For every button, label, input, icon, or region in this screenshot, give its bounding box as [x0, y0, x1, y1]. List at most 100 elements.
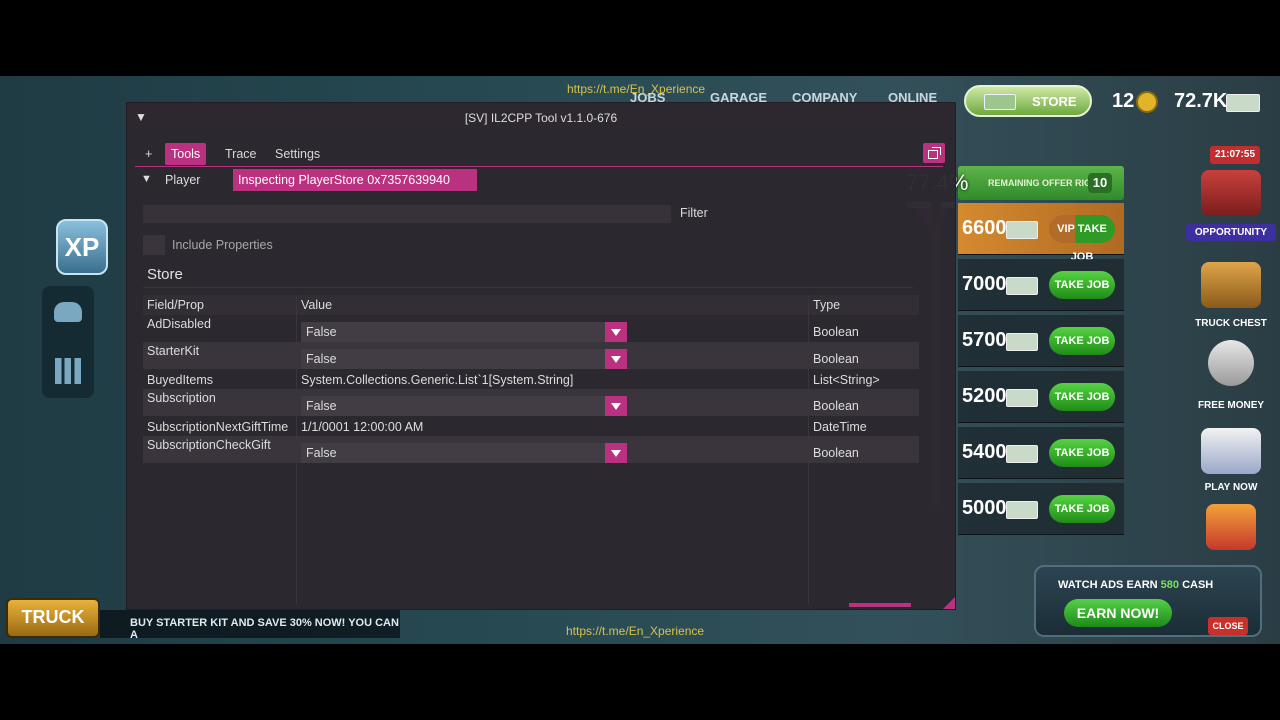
friends-icon[interactable] — [54, 302, 82, 322]
take-job-button[interactable]: TAKE JOB — [1049, 271, 1115, 299]
opportunity-button[interactable]: OPPORTUNITY — [1186, 170, 1276, 241]
xp-tile[interactable]: XP — [56, 219, 108, 275]
filter-input[interactable] — [143, 205, 671, 223]
money-icon — [1006, 501, 1038, 519]
opportunity-label: OPPORTUNITY — [1186, 224, 1276, 241]
job-price: 7000 — [962, 273, 1007, 295]
take-job-button[interactable]: TAKE JOB — [1049, 439, 1115, 467]
vip-badge: VIP — [1057, 223, 1075, 235]
table-row: BuyedItems System.Collections.Generic.Li… — [143, 369, 919, 389]
expand-triangle-icon[interactable]: ▼ — [141, 173, 152, 185]
tab-settings[interactable]: Settings — [269, 143, 326, 165]
field-value: System.Collections.Generic.List`1[System… — [301, 373, 574, 387]
stats-icon[interactable] — [55, 358, 81, 384]
telegram-link-bottom[interactable]: https://t.me/En_Xperience — [566, 624, 704, 638]
take-job-label: TAKE JOB — [1070, 223, 1107, 263]
field-type: Boolean — [813, 352, 859, 366]
dropdown-arrow-icon[interactable] — [605, 443, 627, 463]
value-combo[interactable]: False — [301, 349, 627, 369]
job-row: 5000 TAKE JOB — [958, 483, 1124, 535]
coin-icon — [1136, 91, 1158, 113]
offer-label: REMAINING OFFER RIGHT — [988, 178, 1103, 188]
store-label: STORE — [1032, 94, 1077, 109]
section-title: Store — [147, 266, 183, 283]
table-row: SubscriptionCheckGift False Boolean — [143, 436, 919, 463]
money-icon — [1006, 333, 1038, 351]
tab-underline — [135, 166, 943, 167]
cash-icon — [984, 94, 1016, 110]
money-icon — [1006, 445, 1038, 463]
field-name: SubscriptionCheckGift — [147, 438, 271, 452]
col-type: Type — [813, 298, 841, 312]
filter-label: Filter — [680, 206, 708, 220]
field-value: 1/1/0001 12:00:00 AM — [301, 420, 424, 434]
truck-chest-label: TRUCK CHEST — [1195, 318, 1267, 329]
field-type: DateTime — [813, 420, 867, 434]
job-price: 5400 — [962, 441, 1007, 463]
field-type: List<String> — [813, 373, 880, 387]
bus-icon — [1201, 428, 1261, 474]
job-row: 5700 TAKE JOB — [958, 315, 1124, 367]
news-ticker: BUY STARTER KIT AND SAVE 30% NOW! YOU CA… — [100, 610, 400, 641]
field-name: StarterKit — [147, 344, 200, 358]
coin-count: 12 — [1112, 90, 1135, 112]
combo-value: False — [306, 446, 337, 460]
table-row: Subscription False Boolean — [143, 389, 919, 416]
earn-now-button[interactable]: EARN NOW! — [1064, 599, 1172, 627]
window-title-bar[interactable]: ▼ [SV] IL2CPP Tool v1.1.0-676 — [127, 103, 955, 133]
job-row: 6600 VIP TAKE JOB — [958, 203, 1124, 263]
tab-trace[interactable]: Trace — [219, 143, 263, 165]
money-icon — [1006, 389, 1038, 407]
include-properties-checkbox[interactable] — [143, 235, 165, 255]
job-row: 5200 TAKE JOB — [958, 371, 1124, 423]
field-type: Boolean — [813, 325, 859, 339]
value-combo[interactable]: False — [301, 396, 627, 416]
play-now-label: PLAY NOW — [1204, 482, 1258, 493]
field-type: Boolean — [813, 446, 859, 460]
job-price: 5200 — [962, 385, 1007, 407]
table-row: StarterKit False Boolean — [143, 342, 919, 369]
take-job-button[interactable]: TAKE JOB — [1049, 495, 1115, 523]
vertical-scrollbar[interactable] — [931, 197, 941, 511]
ticker-text: BUY STARTER KIT AND SAVE 30% NOW! YOU CA… — [130, 617, 399, 641]
cash-count: 72.7K — [1174, 90, 1228, 112]
game-logo: TRUCK — [6, 598, 100, 638]
xp-label: XP — [64, 232, 100, 262]
restore-window-icon[interactable] — [923, 143, 945, 163]
dropdown-arrow-icon[interactable] — [605, 396, 627, 416]
free-money-button[interactable]: FREE MONEY — [1186, 340, 1276, 411]
value-combo[interactable]: False — [301, 322, 627, 342]
horizontal-scrollbar[interactable] — [849, 603, 911, 607]
offer-count: 10 — [1088, 173, 1112, 193]
fields-table: Field/Prop Value Type AdDisabled False B… — [143, 295, 919, 605]
watch-ads-panel: WATCH ADS EARN 580 CASH EARN NOW! CLOSE — [1034, 565, 1262, 637]
resize-handle[interactable] — [943, 597, 955, 609]
job-price: 6600 — [962, 217, 1007, 239]
section-divider — [143, 287, 913, 288]
job-row: 5400 TAKE JOB — [958, 427, 1124, 479]
dropdown-arrow-icon[interactable] — [605, 349, 627, 369]
value-combo[interactable]: False — [301, 443, 627, 463]
play-now-button[interactable]: PLAY NOW — [1186, 428, 1276, 493]
column-divider — [296, 295, 297, 605]
offer-timer: 21:07:55 — [1210, 146, 1260, 164]
dropdown-arrow-icon[interactable] — [605, 322, 627, 342]
cartoon-truck-button[interactable] — [1186, 504, 1276, 550]
truck-chest-button[interactable]: TRUCK CHEST — [1186, 262, 1276, 329]
take-job-button[interactable]: VIP TAKE JOB — [1049, 215, 1115, 263]
close-ads-button[interactable]: CLOSE — [1208, 617, 1248, 635]
field-name: BuyedItems — [147, 373, 214, 387]
store-button[interactable]: STORE — [964, 85, 1092, 117]
field-name: AdDisabled — [147, 317, 211, 331]
take-job-button[interactable]: TAKE JOB — [1049, 327, 1115, 355]
take-job-button[interactable]: TAKE JOB — [1049, 383, 1115, 411]
window-title: [SV] IL2CPP Tool v1.1.0-676 — [464, 111, 618, 125]
table-row: SubscriptionNextGiftTime 1/1/0001 12:00:… — [143, 416, 919, 436]
inspecting-pill[interactable]: Inspecting PlayerStore 0x7357639940 — [233, 169, 477, 191]
tab-tools[interactable]: Tools — [165, 143, 207, 165]
free-money-label: FREE MONEY — [1197, 400, 1265, 411]
telegram-link-top[interactable]: https://t.me/En_Xperience — [567, 82, 705, 96]
remaining-offer-bar: REMAINING OFFER RIGHT 10 — [958, 166, 1124, 200]
game-screen: JOBS GARAGE COMPANY ONLINE https://t.me/… — [0, 76, 1280, 644]
tab-add[interactable]: + — [139, 143, 158, 165]
